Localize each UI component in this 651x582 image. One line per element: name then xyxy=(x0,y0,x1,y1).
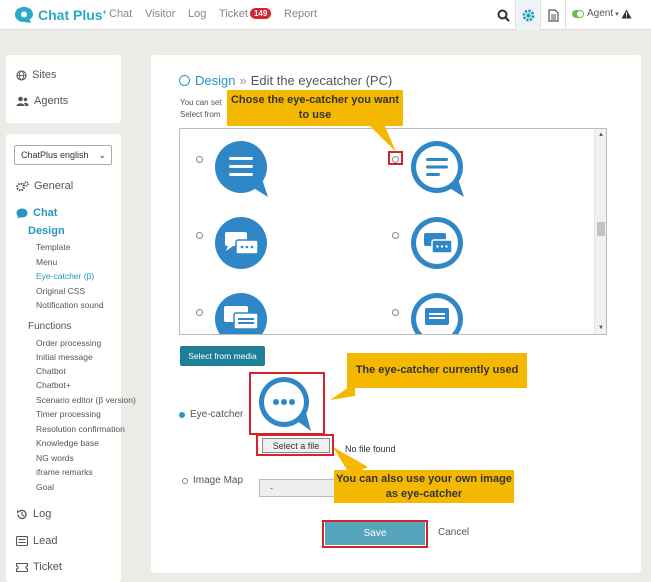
annotation-pointers xyxy=(330,124,396,475)
annotation-current-eyecatcher: The eye-catcher currently used xyxy=(347,353,527,388)
annotation-choose-eyecatcher: Chose the eye-catcher you want to use xyxy=(227,90,403,126)
annotation-own-image: You can also use your own image as eye-c… xyxy=(334,470,514,503)
